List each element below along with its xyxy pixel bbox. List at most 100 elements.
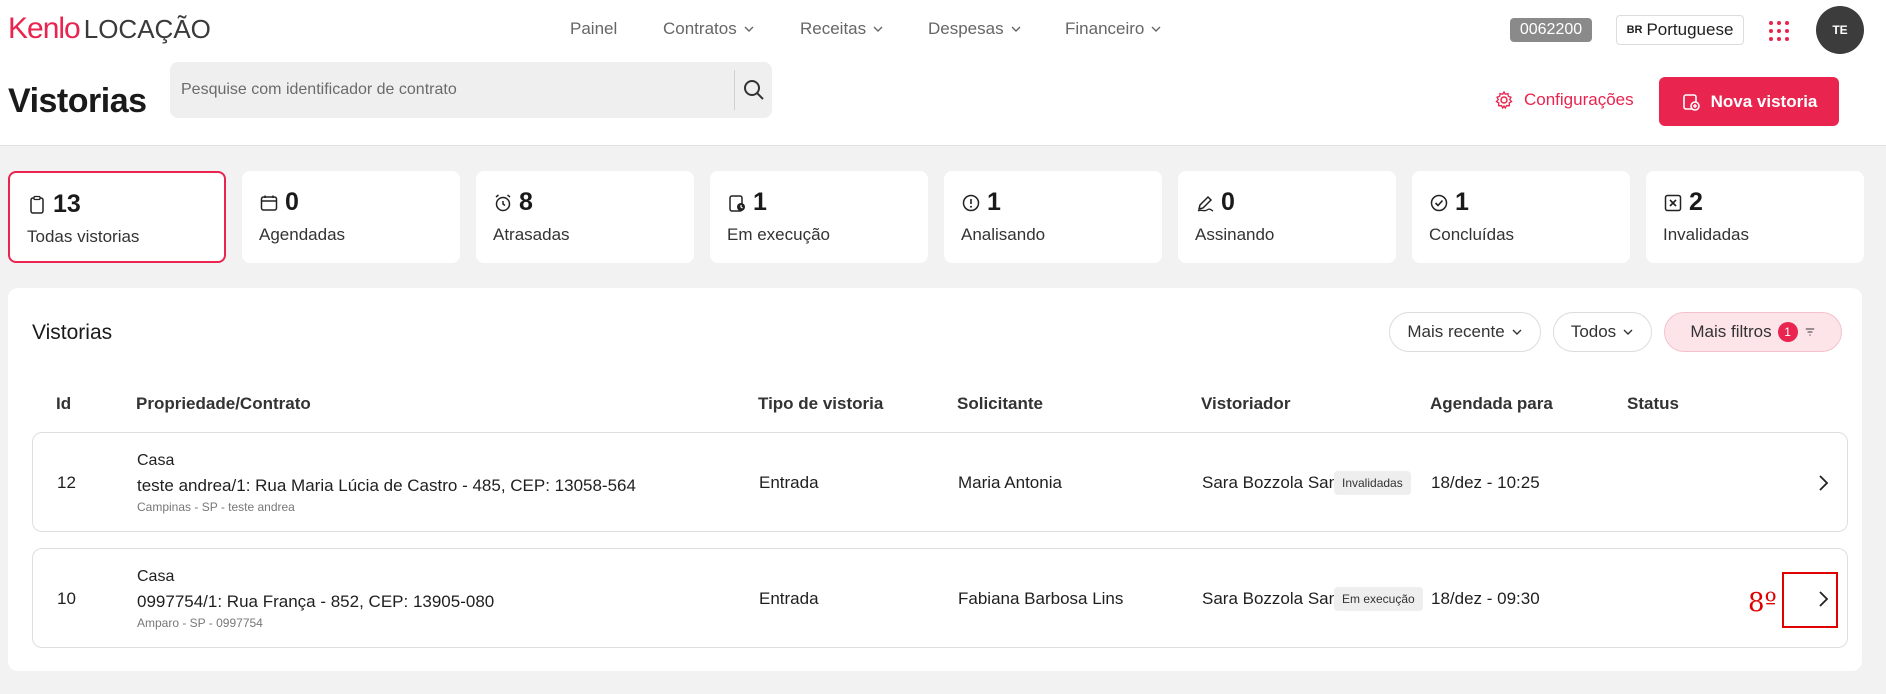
search-icon[interactable] (742, 78, 766, 102)
alert-circle-icon (962, 194, 980, 211)
chevron-down-icon (1011, 26, 1021, 32)
stat-label: Analisando (961, 225, 1046, 244)
property-location: Campinas - SP - teste andrea (137, 500, 295, 514)
nav-receitas-label: Receitas (800, 19, 867, 38)
property-address: teste andrea/1: Rua Maria Lúcia de Castr… (137, 476, 636, 495)
chevron-down-icon (1623, 329, 1633, 335)
new-inspection-icon (1682, 93, 1700, 111)
table-row[interactable]: 10 Casa 0997754/1: Rua França - 852, CEP… (32, 548, 1848, 648)
nav-financeiro-label: Financeiro (1065, 19, 1145, 38)
more-filters-label: Mais filtros (1690, 322, 1772, 341)
nav-receitas[interactable]: Receitas (800, 19, 884, 39)
search-field[interactable]: Pesquise com identificador de contrato (170, 62, 772, 118)
stat-count: 1 (753, 188, 767, 216)
stat-card-invalidadas[interactable]: 2 Invalidadas (1646, 171, 1864, 263)
stat-count: 0 (1221, 188, 1235, 216)
signature-icon (1197, 195, 1214, 212)
annotation-note: 8º (1748, 588, 1777, 618)
chevron-right-icon (1819, 475, 1829, 491)
col-header-propriedade: Propriedade/Contrato (136, 394, 311, 413)
row-agendada: 18/dez - 10:25 (1431, 473, 1540, 492)
property-type: Casa (137, 568, 175, 585)
nav-despesas-label: Despesas (928, 19, 1004, 38)
nav-contratos-label: Contratos (663, 19, 737, 38)
status-badge: Invalidadas (1334, 471, 1411, 495)
search-divider (734, 70, 735, 110)
sort-label: Mais recente (1407, 322, 1505, 341)
stat-label: Assinando (1195, 225, 1275, 244)
row-id: 12 (57, 473, 76, 492)
stat-label: Invalidadas (1663, 225, 1750, 244)
stat-card-agendadas[interactable]: 0 Agendadas (242, 171, 460, 263)
stat-card-atrasadas[interactable]: 8 Atrasadas (476, 171, 694, 263)
nav-despesas[interactable]: Despesas (928, 19, 1022, 39)
status-filter-dropdown[interactable]: Todos (1553, 312, 1652, 352)
apps-grid-icon[interactable] (1769, 21, 1789, 41)
nav-financeiro[interactable]: Financeiro (1065, 19, 1162, 39)
chevron-down-icon (1512, 329, 1522, 335)
property-address: 0997754/1: Rua França - 852, CEP: 13905-… (137, 592, 495, 611)
row-tipo: Entrada (759, 589, 819, 608)
clipboard-clock-icon (729, 194, 745, 212)
page-title: Vistorias (8, 82, 147, 120)
col-header-id: Id (56, 394, 72, 413)
avatar[interactable]: TE (1816, 6, 1864, 54)
config-label: Configurações (1524, 90, 1634, 109)
stat-count: 1 (1455, 188, 1469, 216)
col-header-agendada: Agendada para (1430, 394, 1553, 413)
logo-brand: Kenlo (8, 12, 81, 45)
stat-label: Todas vistorias (27, 227, 140, 246)
stat-count: 1 (987, 188, 1001, 216)
kenlo-logo[interactable]: Kenlo LOCAÇÃO (8, 12, 211, 48)
row-id: 10 (57, 589, 76, 608)
row-vistoriador: Sara Bozzola Santo (1202, 473, 1353, 492)
stat-label: Atrasadas (493, 225, 570, 244)
chevron-down-icon (873, 26, 883, 32)
search-input[interactable]: Pesquise com identificador de contrato (181, 81, 457, 99)
col-header-solicitante: Solicitante (957, 394, 1043, 413)
highlight-box (1782, 572, 1838, 628)
nova-vistoria-button[interactable]: Nova vistoria (1659, 77, 1839, 126)
row-solicitante: Maria Antonia (958, 473, 1062, 492)
status-filter-label: Todos (1570, 322, 1617, 341)
sort-dropdown[interactable]: Mais recente (1389, 312, 1541, 352)
status-badge: Em execução (1334, 587, 1423, 611)
row-agendada: 18/dez - 09:30 (1431, 589, 1540, 608)
gear-icon (1495, 90, 1513, 110)
row-vistoriador: Sara Bozzola Santo (1202, 589, 1353, 608)
check-circle-icon (1430, 194, 1448, 211)
row-solicitante: Fabiana Barbosa Lins (958, 589, 1124, 608)
vistorias-panel: Vistorias Mais recente Todos Mais filtro… (8, 288, 1862, 671)
property-location: Amparo - SP - 0997754 (137, 616, 263, 630)
account-code-badge: 0062200 (1510, 18, 1592, 42)
stat-count: 2 (1689, 188, 1703, 216)
more-filters-button[interactable]: Mais filtros 1 (1664, 312, 1842, 352)
clipboard-icon (30, 195, 44, 214)
stat-label: Em execução (727, 225, 830, 244)
filter-count-badge: 1 (1777, 322, 1798, 342)
property-type: Casa (137, 452, 175, 469)
configuracoes-link[interactable]: Configurações (1494, 90, 1634, 110)
col-header-tipo: Tipo de vistoria (758, 394, 884, 413)
stat-card-em-execucao[interactable]: 1 Em execução (710, 171, 928, 263)
stat-card-analisando[interactable]: 1 Analisando (944, 171, 1162, 263)
top-bar: Kenlo LOCAÇÃO Painel Contratos Receitas … (0, 0, 1886, 146)
stat-card-concluidas[interactable]: 1 Concluídas (1412, 171, 1630, 263)
stat-count: 13 (53, 190, 81, 218)
open-row-button[interactable] (1811, 471, 1835, 495)
chevron-down-icon (1151, 26, 1161, 32)
filter-icon (1805, 328, 1814, 336)
stat-label: Agendadas (259, 225, 346, 244)
col-header-vistoriador: Vistoriador (1201, 394, 1291, 413)
language-selector[interactable]: BR Portuguese (1616, 15, 1744, 45)
nav-contratos[interactable]: Contratos (663, 19, 755, 39)
stat-count: 8 (519, 188, 533, 216)
nova-vistoria-label: Nova vistoria (1710, 91, 1818, 111)
panel-title: Vistorias (32, 321, 113, 344)
stat-card-todas[interactable]: 13 Todas vistorias (8, 171, 226, 263)
stat-card-assinando[interactable]: 0 Assinando (1178, 171, 1396, 263)
alarm-icon (495, 193, 511, 211)
nav-painel[interactable]: Painel (570, 19, 617, 39)
table-row[interactable]: 12 Casa teste andrea/1: Rua Maria Lúcia … (32, 432, 1848, 532)
stat-count: 0 (285, 188, 299, 216)
